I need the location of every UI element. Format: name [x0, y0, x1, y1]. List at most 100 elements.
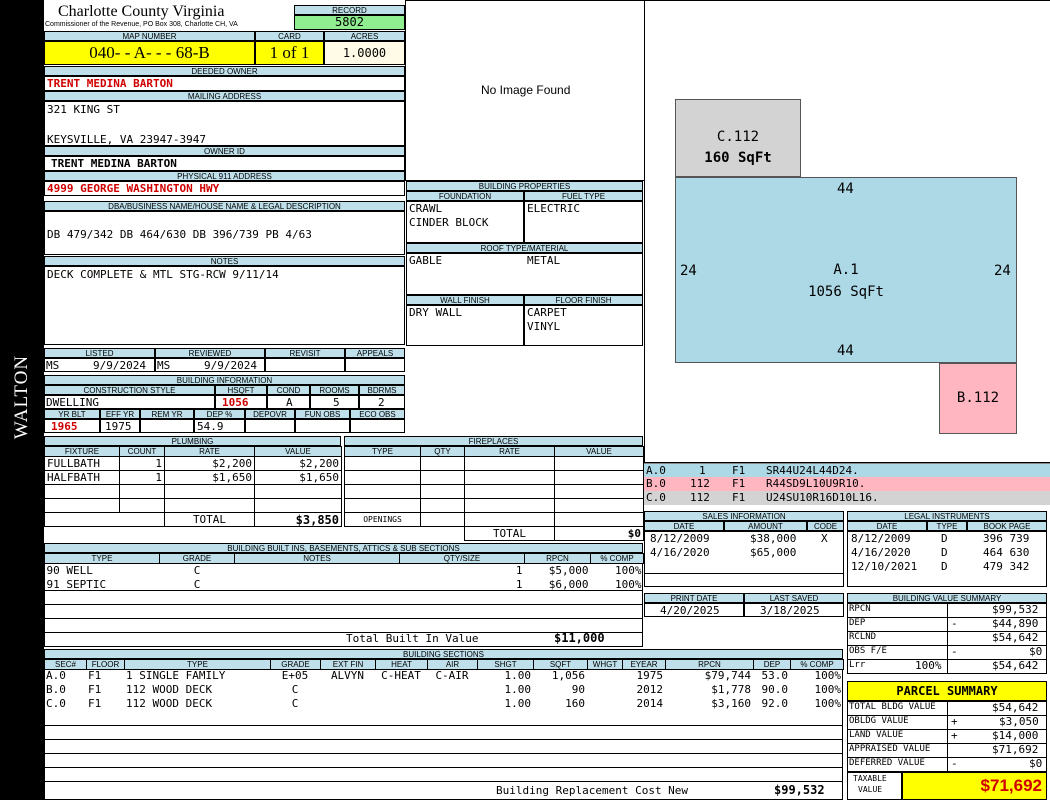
ecoobs-label: ECO OBS: [350, 409, 405, 419]
ps-obldg-sign: +: [951, 715, 958, 728]
section-sec: C.0: [46, 697, 66, 710]
col-extfin: EXT FIN: [320, 659, 376, 670]
section-type: 112 WOOD DECK: [126, 697, 213, 710]
physical-address: 4999 GEORGE WASHINGTON HWY: [47, 182, 220, 195]
last-saved-label: LAST SAVED: [744, 593, 844, 603]
section-heat: C-HEAT: [381, 669, 421, 682]
map-number: 040- - A- - - 68-B: [44, 41, 255, 65]
hsqft-value: 1056: [222, 396, 249, 409]
plumbing-total: $3,850: [254, 512, 342, 527]
funobs-box: [295, 419, 350, 433]
sales-col-code: CODE: [807, 521, 844, 531]
col-rpcn: RPCN: [665, 659, 754, 670]
plumbing-value: $2,200: [254, 456, 342, 471]
yrblt-box: 1965: [44, 419, 100, 433]
fireplace-total-label: TOTAL: [464, 526, 555, 541]
vs-dep: $44,890: [992, 617, 1039, 630]
value-summary-label: BUILDING VALUE SUMMARY: [847, 593, 1047, 603]
style-box: DWELLING: [44, 395, 215, 409]
yrblt-value: 1965: [51, 420, 78, 433]
instr-type: D: [941, 532, 948, 545]
vs-rpcn: $99,532: [992, 603, 1039, 616]
plumbing-table: FIXTURE COUNT RATE VALUE FULLBATH 1 $2,2…: [44, 446, 342, 527]
col-air: AIR: [427, 659, 478, 670]
ps-bldg: $54,642: [992, 701, 1039, 714]
vs-obs: $0: [1029, 645, 1043, 658]
table-row: [44, 484, 342, 499]
section-eyear: 2012: [636, 683, 664, 696]
revisit-box: [265, 358, 345, 372]
section-sqft: 160: [565, 697, 585, 710]
ps-land: $14,000: [992, 729, 1039, 742]
notes-text: DECK COMPLETE & MTL STG-RCW 9/11/14: [47, 268, 279, 281]
vector-floor: F1: [732, 477, 746, 490]
owner-id: TRENT MEDINA BARTON: [51, 157, 177, 170]
ps-obldg-label: OBLDG VALUE: [849, 716, 909, 726]
rooms-box: 5: [310, 395, 359, 409]
hsqft-label: HSQFT: [215, 385, 267, 395]
acres-label: ACRES: [324, 31, 405, 41]
table-row: [344, 470, 644, 485]
table-row: [344, 456, 644, 471]
section-rpcn: $3,160: [711, 697, 751, 710]
section-c-label: C.112: [716, 129, 760, 145]
col-fp-qty: QTY: [420, 446, 465, 457]
reviewed-label: REVIEWED: [155, 348, 265, 358]
cond-label: COND: [267, 385, 310, 395]
plumbing-total-label: TOTAL: [164, 512, 255, 527]
col-count: COUNT: [119, 446, 165, 457]
plumbing-fixture: FULLBATH: [44, 456, 120, 471]
col-fp-type: TYPE: [344, 446, 421, 457]
section-floor: F1: [88, 697, 102, 710]
plumbing-label: PLUMBING: [44, 436, 341, 446]
table-row: A.0 F1 1 SINGLE FAMILY E+05 ALVYN C-HEAT C-AIR…: [44, 669, 843, 683]
county-title: Charlotte County Virginia: [58, 3, 225, 20]
effyr-box: 1975: [100, 419, 140, 433]
reviewed-date: 9/9/2024: [204, 359, 257, 372]
vs-rpcn-label: RPCN: [849, 604, 871, 614]
print-date-label: PRINT DATE: [644, 593, 744, 603]
vector-floor: F1: [732, 464, 746, 477]
listed-by: MS: [46, 359, 60, 372]
legal-description: DB 479/342 DB 464/630 DB 396/739 PB 4/63: [47, 228, 312, 241]
taxable-value: $71,692: [980, 776, 1042, 795]
plumbing-rate: $2,200: [164, 456, 255, 471]
section-grade: C: [291, 683, 299, 696]
col-bi-type: TYPE: [44, 553, 160, 564]
col-bi-comp: % COMP: [590, 553, 644, 564]
col-rate: RATE: [164, 446, 255, 457]
dim-right: 24: [994, 263, 1011, 279]
taxable-label-box: TAXABLE VALUE: [847, 772, 902, 800]
vector-floor: F1: [732, 491, 746, 504]
instr-col-book: BOOK PAGE: [967, 521, 1047, 531]
ecoobs-box: [350, 419, 405, 433]
sale-amount: $65,000: [750, 546, 797, 559]
section-sec: A.0: [46, 669, 66, 682]
remyr-label: REM YR: [140, 409, 194, 419]
wall-finish-box: DRY WALL: [406, 305, 524, 346]
plumbing-rate: $1,650: [164, 470, 255, 485]
openings-label: OPENINGS: [344, 512, 421, 527]
section-sec: B.0: [46, 683, 66, 696]
deeded-owner-box: TRENT MEDINA BARTON: [44, 76, 405, 91]
vector-path: SR44U24L44D24.: [766, 464, 859, 477]
section-comp: 100%: [814, 697, 842, 710]
revisit-label: REVISIT: [265, 348, 345, 358]
section-rpcn: $79,744: [704, 669, 751, 682]
deeded-owner-label: DEEDED OWNER: [44, 66, 405, 76]
reviewed-box: MS 9/9/2024: [155, 358, 265, 372]
vector-code: 112: [690, 477, 710, 490]
mailing-address-label: MAILING ADDRESS: [44, 91, 405, 101]
vector-row-a: A.0 1 F1 SR44U24L44D24.: [644, 463, 1050, 477]
taxable-label-1: TAXABLE: [853, 774, 887, 783]
vs-dep-label: DEP: [849, 618, 866, 628]
plumbing-total-row: TOTAL $3,850: [44, 512, 342, 527]
appeals-label: APPEALS: [345, 348, 405, 358]
ps-deferred-label: DEFERRED VALUE: [849, 758, 925, 768]
sale-code: X: [821, 532, 828, 545]
section-eyear: 2014: [636, 697, 664, 710]
col-comp: % COMP: [790, 659, 844, 670]
section-comp: 100%: [814, 683, 842, 696]
sales-label: SALES INFORMATION: [644, 511, 844, 521]
print-date-box: 4/20/2025: [644, 603, 744, 617]
